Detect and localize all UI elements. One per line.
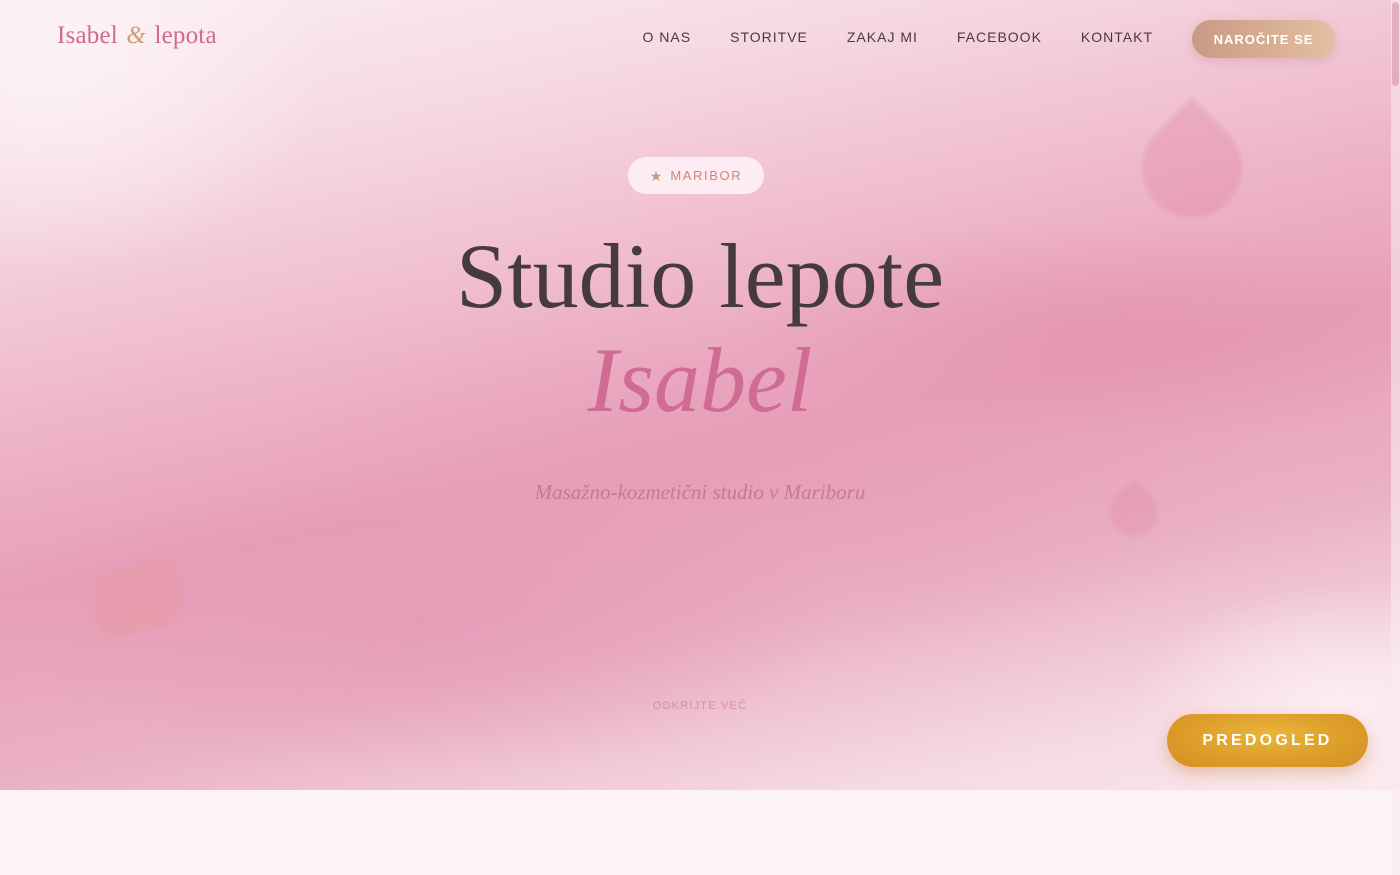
page-scrollbar[interactable]	[1391, 0, 1400, 875]
page: Isabel & lepota O NAS STORITVE ZAKAJ MI …	[0, 0, 1400, 875]
decorative-blob	[86, 557, 188, 641]
nav-item-storitve[interactable]: STORITVE	[730, 29, 808, 45]
book-appointment-button[interactable]: NAROČITE SE	[1192, 20, 1335, 58]
hero-title-line2: Isabel	[587, 329, 813, 431]
hero-subtitle: Masažno-kozmetični studio v Mariboru	[534, 480, 866, 504]
nav-menu: O NAS STORITVE ZAKAJ MI FACEBOOK KONTAKT	[643, 29, 1153, 45]
nav-item-facebook[interactable]: FACEBOOK	[957, 29, 1042, 45]
nav-item-kontakt[interactable]: KONTAKT	[1081, 29, 1153, 45]
nav-item-zakaj-mi[interactable]: ZAKAJ MI	[847, 29, 918, 45]
location-badge: ★ MARIBOR	[628, 157, 764, 194]
star-icon: ★	[649, 167, 663, 184]
brand-ampersand: &	[126, 22, 147, 49]
scrollbar-thumb[interactable]	[1392, 2, 1399, 86]
decorative-drop-icon	[1121, 97, 1263, 239]
brand-logo[interactable]: Isabel & lepota	[57, 22, 217, 50]
location-badge-label: MARIBOR	[670, 168, 743, 183]
top-navigation: Isabel & lepota O NAS STORITVE ZAKAJ MI …	[0, 0, 1400, 80]
scroll-down-link[interactable]: ODKRIJTE VEČ	[0, 700, 1400, 712]
nav-item-o-nas[interactable]: O NAS	[643, 29, 692, 45]
hero-section: Isabel & lepota O NAS STORITVE ZAKAJ MI …	[0, 0, 1400, 790]
brand-name-second: lepota	[154, 22, 217, 49]
hero-title-line1: Studio lepote	[455, 225, 945, 327]
preview-button[interactable]: PREDOGLED	[1167, 714, 1368, 767]
brand-name-first: Isabel	[57, 22, 118, 49]
next-section	[0, 790, 1400, 875]
